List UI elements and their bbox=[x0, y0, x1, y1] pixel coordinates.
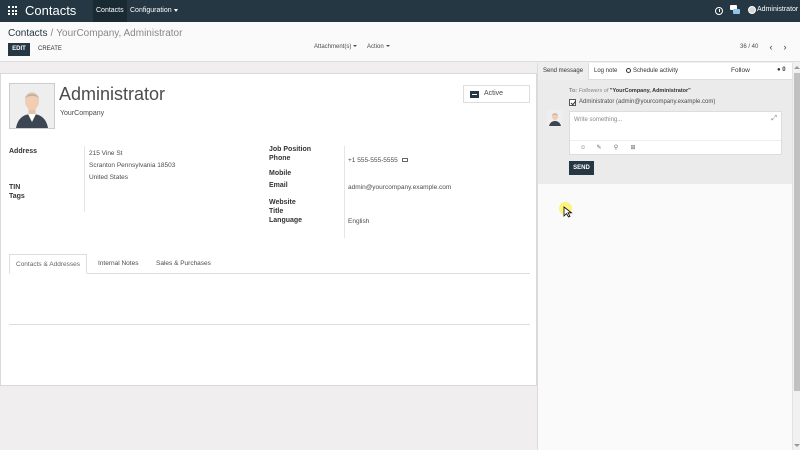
breadcrumb-contacts[interactable]: Contacts bbox=[8, 28, 47, 39]
breadcrumb-separator: / bbox=[50, 28, 54, 39]
edit-button[interactable]: EDIT bbox=[8, 43, 30, 56]
user-icon: ● bbox=[777, 67, 781, 73]
website-label: Website bbox=[269, 199, 296, 206]
field-divider bbox=[344, 146, 345, 238]
message-input[interactable]: Write something... ⤢ ☺ ✎ ⚲ ⊞ bbox=[569, 111, 782, 155]
tags-label: Tags bbox=[9, 193, 25, 200]
chatter-topbar: Send message Log note Schedule activity … bbox=[538, 63, 793, 80]
form-view: Administrator YourCompany Active Address… bbox=[0, 63, 537, 450]
mouse-pointer-icon bbox=[563, 206, 573, 218]
attachments-dropdown[interactable]: Attachment(s) bbox=[314, 44, 358, 50]
language-label: Language bbox=[269, 217, 303, 224]
tab-content-divider bbox=[9, 324, 530, 325]
person-photo-icon bbox=[10, 84, 54, 128]
form-sheet: Administrator YourCompany Active Address… bbox=[0, 73, 537, 386]
message-placeholder: Write something... bbox=[574, 117, 623, 123]
pager-previous-icon[interactable]: ‹ bbox=[766, 42, 776, 53]
archive-icon bbox=[470, 91, 479, 98]
tin-label: TIN bbox=[9, 184, 21, 191]
address-label: Address bbox=[9, 148, 38, 155]
attachments-label: Attachment(s) bbox=[314, 44, 352, 50]
field-divider bbox=[84, 146, 85, 212]
search-icon[interactable]: ⚲ bbox=[613, 145, 619, 151]
schedule-activity-label: Schedule activity bbox=[633, 68, 679, 74]
address-city-state-zip[interactable]: Scranton Pennsylvania 18503 bbox=[89, 162, 175, 169]
user-avatar[interactable] bbox=[748, 6, 756, 14]
address-street[interactable]: 215 Vine St bbox=[89, 150, 123, 157]
phone-label: Phone bbox=[269, 155, 291, 162]
followers-button[interactable]: ● 0 bbox=[777, 67, 786, 73]
messaging-icon[interactable] bbox=[730, 5, 741, 16]
breadcrumb: Contacts / YourCompany, Administrator bbox=[8, 28, 182, 39]
control-panel: Contacts / YourCompany, Administrator EDIT… bbox=[0, 22, 800, 62]
create-button[interactable]: CREATE bbox=[35, 43, 65, 56]
schedule-activity-button[interactable]: Schedule activity bbox=[621, 63, 683, 80]
attachment-icon[interactable]: ✎ bbox=[596, 145, 602, 151]
emoji-icon[interactable]: ☺ bbox=[580, 145, 586, 151]
email-value[interactable]: admin@yourcompany.example.com bbox=[348, 184, 451, 191]
menu-contacts[interactable]: Contacts bbox=[93, 0, 127, 22]
record-name: "YourCompany, Administrator" bbox=[609, 88, 691, 94]
scroll-up-icon[interactable] bbox=[794, 66, 800, 69]
expand-composer-icon[interactable]: ⤢ bbox=[771, 115, 777, 123]
send-button[interactable]: SEND bbox=[569, 161, 594, 175]
breadcrumb-current: YourCompany, Administrator bbox=[56, 28, 183, 39]
to-label: To: bbox=[569, 88, 578, 94]
phone-number[interactable]: +1 555-555-5555 bbox=[348, 157, 398, 164]
recipient-label: Administrator (admin@yourcompany.example… bbox=[579, 99, 716, 105]
mobile-label: Mobile bbox=[269, 170, 292, 177]
address-country[interactable]: United States bbox=[89, 174, 128, 181]
page-scrollbar[interactable] bbox=[792, 63, 800, 450]
follow-button[interactable]: Follow bbox=[731, 67, 750, 74]
composer-toolbar: ☺ ✎ ⚲ ⊞ bbox=[570, 140, 781, 154]
phone-value[interactable]: +1 555-555-5555 bbox=[348, 157, 408, 164]
message-composer: To: Followers of "YourCompany, Administr… bbox=[538, 80, 793, 184]
menu-configuration-label: Configuration bbox=[130, 7, 172, 14]
full-composer-icon[interactable]: ⊞ bbox=[630, 145, 636, 151]
action-label: Action bbox=[367, 44, 384, 50]
notebook-tabs: Contacts & Addresses Internal Notes Sale… bbox=[9, 254, 530, 274]
sms-icon[interactable] bbox=[401, 158, 408, 163]
menu-configuration[interactable]: Configuration bbox=[127, 0, 181, 22]
top-navbar: Contacts Contacts Configuration Administ… bbox=[0, 0, 800, 22]
scrollbar-thumb[interactable] bbox=[794, 73, 800, 391]
scroll-down-icon[interactable] bbox=[794, 444, 800, 447]
language-value[interactable]: English bbox=[348, 218, 369, 225]
user-menu[interactable]: Administrator bbox=[757, 6, 798, 13]
send-message-button[interactable]: Send message bbox=[538, 63, 590, 80]
active-toggle-button[interactable]: Active bbox=[463, 85, 530, 103]
apps-menu-icon[interactable] bbox=[8, 6, 17, 15]
recipient-checkbox[interactable] bbox=[569, 99, 576, 106]
tab-internal-notes[interactable]: Internal Notes bbox=[92, 254, 144, 274]
followers-count: 0 bbox=[782, 67, 786, 73]
tab-contacts-addresses[interactable]: Contacts & Addresses bbox=[9, 254, 87, 274]
recipients-line: To: Followers of "YourCompany, Administr… bbox=[569, 88, 691, 94]
activity-clock-icon[interactable] bbox=[715, 7, 723, 15]
title-label: Title bbox=[269, 208, 284, 215]
action-dropdown[interactable]: Action bbox=[367, 44, 390, 50]
tab-sales-purchases[interactable]: Sales & Purchases bbox=[150, 254, 217, 274]
pager-next-icon[interactable]: › bbox=[780, 42, 790, 53]
person-photo-icon bbox=[547, 110, 563, 126]
chevron-down-icon bbox=[353, 45, 358, 48]
contact-name[interactable]: Administrator bbox=[59, 84, 165, 105]
author-avatar bbox=[547, 110, 563, 126]
log-note-button[interactable]: Log note bbox=[589, 63, 622, 80]
contact-company[interactable]: YourCompany bbox=[60, 110, 104, 117]
chevron-down-icon bbox=[385, 45, 390, 48]
pager-value[interactable]: 36 / 40 bbox=[740, 44, 758, 50]
active-label: Active bbox=[484, 90, 504, 97]
chevron-down-icon bbox=[173, 8, 178, 12]
app-title: Contacts bbox=[25, 3, 77, 18]
clock-icon bbox=[626, 67, 631, 73]
chatter-panel: Send message Log note Schedule activity … bbox=[537, 63, 793, 450]
email-label: Email bbox=[269, 182, 288, 189]
contact-photo[interactable] bbox=[9, 83, 55, 129]
followers-of-label: Followers of bbox=[578, 88, 609, 94]
job-position-label: Job Position bbox=[269, 146, 311, 153]
